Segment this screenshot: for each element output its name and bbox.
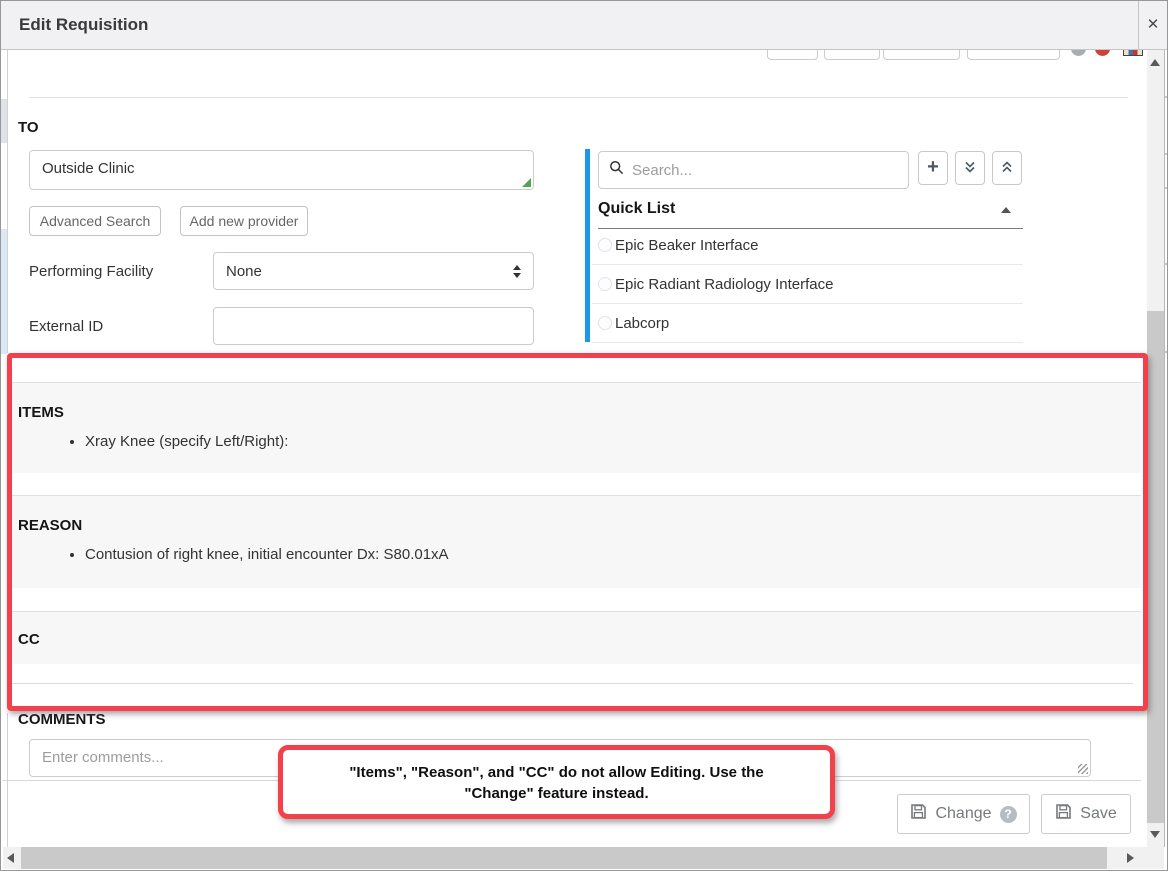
scroll-down-icon[interactable]: [1150, 831, 1160, 838]
reason-list: Contusion of right knee, initial encount…: [9, 546, 1141, 563]
to-heading: TO: [18, 119, 39, 136]
annotation-text-line1: "Items", "Reason", and "CC" do not allow…: [283, 762, 830, 783]
help-icon[interactable]: ?: [1000, 806, 1017, 823]
save-disk-icon: [1055, 803, 1072, 825]
dialog-title: Edit Requisition: [19, 1, 148, 48]
quick-list-radio[interactable]: [598, 316, 612, 330]
double-chevron-down-icon: [963, 160, 977, 177]
cc-divider: [9, 683, 1133, 684]
close-icon: ✕: [1147, 16, 1160, 33]
advanced-search-button[interactable]: Advanced Search: [29, 206, 161, 236]
comments-heading: COMMENTS: [18, 711, 106, 728]
add-new-provider-button[interactable]: Add new provider: [180, 206, 308, 236]
save-button[interactable]: Save: [1041, 794, 1131, 834]
change-button-label: Change: [935, 805, 991, 823]
expand-all-button[interactable]: [955, 151, 985, 185]
external-id-label: External ID: [29, 318, 103, 335]
horizontal-scrollbar-thumb[interactable]: [21, 847, 1107, 869]
edit-requisition-dialog: Edit Requisition ✕ TO Outside Clinic Adv…: [0, 0, 1168, 871]
performing-facility-value: None: [226, 263, 262, 280]
collapse-section-icon[interactable]: [1001, 207, 1011, 213]
list-divider: [592, 264, 1023, 265]
quick-list-radio[interactable]: [598, 238, 612, 252]
annotation-text-line2: "Change" feature instead.: [283, 783, 830, 804]
scroll-right-icon[interactable]: [1127, 853, 1134, 863]
quick-list-underline: [598, 228, 1023, 229]
quick-list-item[interactable]: Labcorp: [615, 315, 669, 332]
items-heading: ITEMS: [18, 404, 1141, 421]
quick-list-radio[interactable]: [598, 277, 612, 291]
save-disk-icon: [910, 803, 927, 825]
quick-list-accent-bar: [585, 149, 590, 342]
recipient-field-wrap: Outside Clinic: [29, 150, 534, 190]
performing-facility-label: Performing Facility: [29, 263, 153, 280]
list-divider: [592, 342, 1023, 343]
scroll-left-icon[interactable]: [7, 853, 14, 863]
reason-heading: REASON: [18, 517, 1141, 534]
close-button[interactable]: ✕: [1138, 1, 1167, 49]
reason-entry: Contusion of right knee, initial encount…: [85, 546, 1141, 563]
search-input[interactable]: [632, 162, 898, 179]
dialog-titlebar: Edit Requisition ✕: [1, 1, 1167, 50]
provider-search-box: [598, 151, 909, 189]
resize-handle-icon[interactable]: [1078, 764, 1088, 774]
resize-handle-icon[interactable]: [522, 178, 531, 187]
items-list: Xray Knee (specify Left/Right):: [9, 433, 1141, 450]
annotation-callout: "Items", "Reason", and "CC" do not allow…: [278, 745, 835, 819]
list-divider: [592, 303, 1023, 304]
collapse-all-button[interactable]: [992, 151, 1022, 185]
reason-section: REASON Contusion of right knee, initial …: [9, 495, 1141, 588]
top-divider: [29, 97, 1128, 98]
change-button[interactable]: Change ?: [897, 794, 1030, 834]
plus-icon: +: [927, 157, 939, 177]
vertical-scrollbar-thumb[interactable]: [1147, 311, 1164, 823]
select-updown-icon: [513, 265, 521, 278]
double-chevron-up-icon: [1000, 160, 1014, 177]
add-provider-plus-button[interactable]: +: [918, 151, 948, 185]
cc-section: CC: [9, 611, 1141, 664]
external-id-wrap: [213, 307, 534, 345]
quick-list-item[interactable]: Epic Beaker Interface: [615, 237, 758, 254]
save-button-label: Save: [1080, 805, 1116, 823]
quick-list-item[interactable]: Epic Radiant Radiology Interface: [615, 276, 833, 293]
cc-heading: CC: [18, 631, 1141, 648]
content-left-border: [7, 50, 8, 353]
items-section: ITEMS Xray Knee (specify Left/Right):: [9, 382, 1141, 473]
performing-facility-select[interactable]: None: [213, 252, 534, 290]
search-icon: [609, 160, 624, 180]
page-behind-edge: [1164, 50, 1165, 847]
scroll-up-icon[interactable]: [1150, 59, 1160, 66]
items-entry: Xray Knee (specify Left/Right):: [85, 433, 1141, 450]
quick-list-heading: Quick List: [598, 200, 675, 218]
external-id-input[interactable]: [213, 307, 534, 345]
recipient-textarea[interactable]: Outside Clinic: [29, 150, 534, 190]
